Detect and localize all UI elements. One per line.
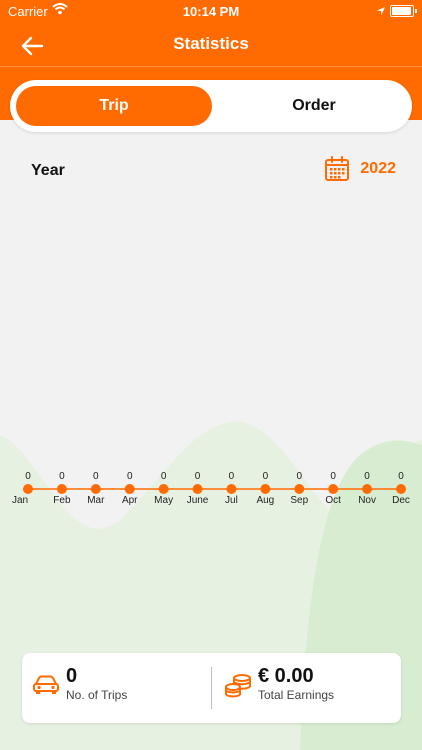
data-label: 0 [25,471,31,482]
arrow-left-icon [21,36,44,56]
data-point[interactable] [362,484,373,494]
earnings-value: € 0.00 [258,665,314,687]
data-label: 0 [296,471,302,482]
battery-icon [390,5,417,17]
data-label: 0 [263,471,269,482]
data-label: 0 [195,471,201,482]
data-point[interactable] [90,484,101,494]
x-tick-label: Feb [53,495,71,506]
data-label: 0 [229,471,235,482]
data-point[interactable] [23,484,33,494]
car-icon [33,675,59,694]
data-label: 0 [398,471,404,482]
data-point[interactable] [158,484,169,494]
trips-chart: 0 Jan 0 Feb 0 Mar 0 Apr 0 May 0 June 0 Jul 0 Aug 0 Sep 0 Oc… [0,460,422,520]
back-button[interactable] [18,32,46,60]
x-tick-label: Sep [290,495,308,506]
data-point[interactable] [396,484,406,494]
data-point[interactable] [226,484,237,494]
nav-divider [0,66,422,67]
x-tick-label: Jan [12,495,28,506]
trips-label: No. of Trips [66,688,128,702]
data-label: 0 [93,471,99,482]
navigation-bar: Statistics [0,24,422,66]
tab-order[interactable]: Order [222,86,406,126]
x-tick-label: Jul [225,495,238,506]
data-label: 0 [59,471,65,482]
stats-type-segmented-control: Trip Order [10,80,412,132]
coins-icon [225,674,251,698]
trips-count: 0 [66,665,78,687]
chart-svg: 0 Jan 0 Feb 0 Mar 0 Apr 0 May 0 June 0 Jul 0 Aug 0 Sep 0 Oc… [12,471,410,506]
data-point[interactable] [294,484,305,494]
x-tick-label: Aug [256,495,274,506]
x-tick-label: Dec [392,495,410,506]
selected-year: 2022 [360,160,396,177]
data-point[interactable] [56,484,67,494]
summary-card: 0 No. of Trips € 0.00 Total Earnings [22,653,401,723]
data-label: 0 [127,471,133,482]
period-label: Year [31,162,65,179]
data-label: 0 [330,471,336,482]
x-tick-label: Oct [325,495,341,506]
page-title: Statistics [173,34,249,53]
status-time: 10:14 PM [182,4,240,19]
calendar-icon [325,156,349,181]
location-arrow-icon [376,4,386,19]
x-tick-label: Apr [122,495,138,506]
x-tick-label: Mar [87,495,105,506]
data-label: 0 [161,471,167,482]
data-label: 0 [364,471,370,482]
card-divider [211,667,212,709]
x-tick-label: May [154,495,173,506]
status-bar: Carrier 10:14 PM [0,0,422,24]
data-point[interactable] [328,484,339,494]
x-tick-label: Nov [358,495,376,506]
data-point[interactable] [192,484,203,494]
tab-trip[interactable]: Trip [16,86,212,126]
year-picker[interactable]: 2022 [322,154,396,184]
x-tick-label: June [187,495,209,506]
data-point[interactable] [260,484,271,494]
data-point[interactable] [124,484,135,494]
earnings-label: Total Earnings [258,688,335,702]
